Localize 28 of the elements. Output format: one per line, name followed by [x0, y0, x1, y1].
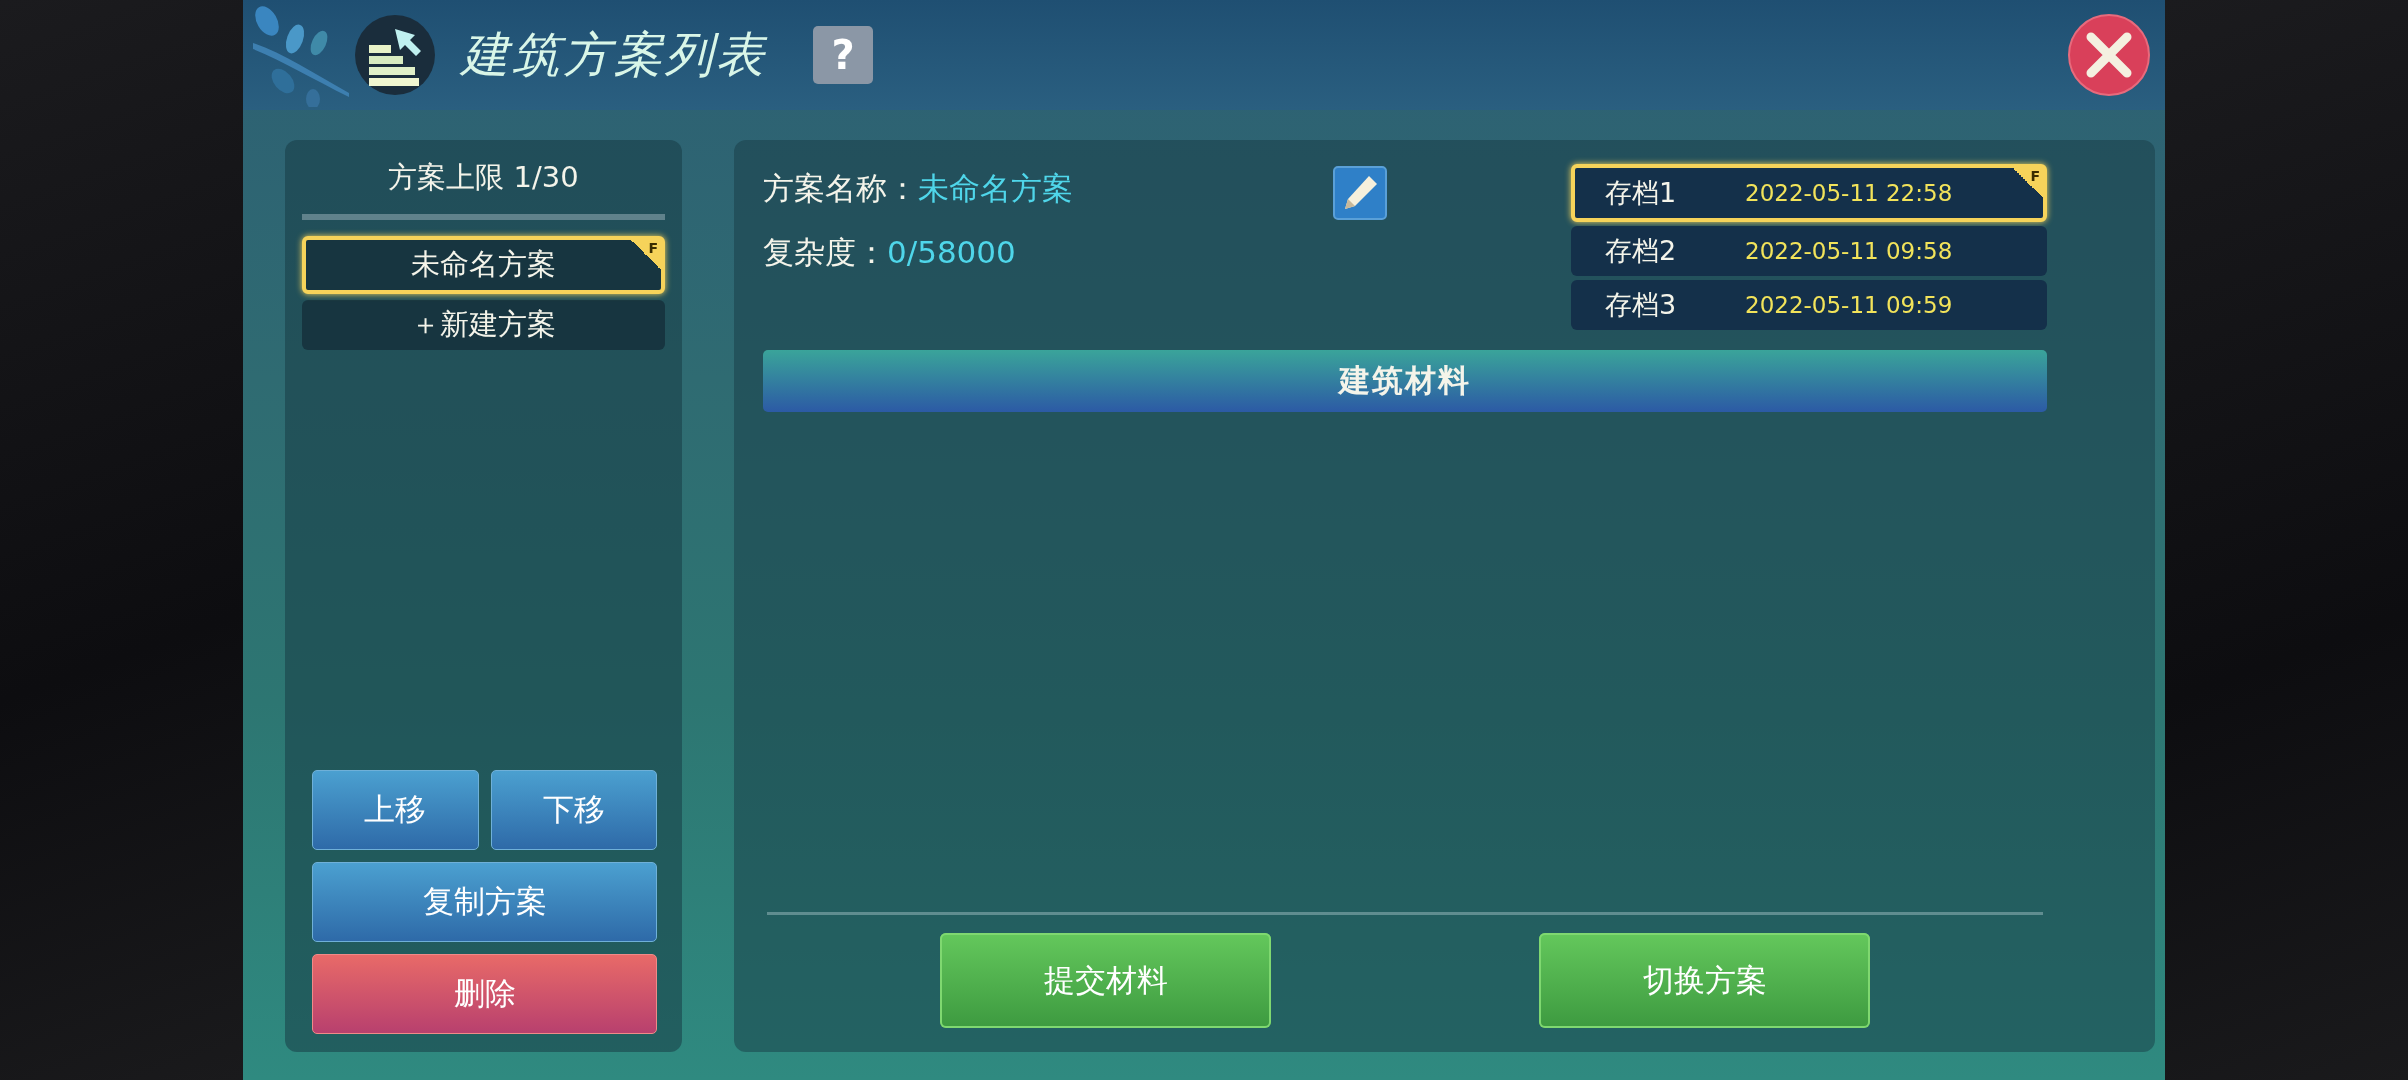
- action-button[interactable]: 提交材料: [940, 933, 1271, 1028]
- copy-button[interactable]: 复制方案: [312, 862, 657, 942]
- save-slot[interactable]: 存档2 2022-05-11 09:58: [1571, 226, 2047, 276]
- corner-badge: F: [2013, 168, 2043, 198]
- help-button[interactable]: ?: [813, 26, 873, 84]
- save-time: 2022-05-11 09:58: [1745, 238, 1953, 264]
- save-label: 存档2: [1605, 234, 1678, 268]
- brick-wall-icon: [355, 15, 435, 95]
- new-plan-button[interactable]: ＋新建方案: [302, 300, 665, 350]
- save-slot[interactable]: 存档3 2022-05-11 09:59: [1571, 280, 2047, 330]
- window-title: 建筑方案列表: [461, 25, 767, 84]
- materials-header: 建筑材料: [763, 350, 2047, 412]
- close-icon[interactable]: [2067, 13, 2151, 97]
- pencil-icon[interactable]: [1333, 166, 1387, 220]
- save-label: 存档1: [1605, 176, 1678, 210]
- move-button[interactable]: 上移: [312, 770, 479, 850]
- corner-badge: F: [631, 240, 661, 270]
- plan-limit: 方案上限 1/30: [387, 159, 580, 196]
- save-label: 存档3: [1605, 288, 1678, 322]
- delete-button[interactable]: 删除: [312, 954, 657, 1034]
- complexity: 复杂度：0/58000: [763, 233, 1017, 272]
- plan-item[interactable]: 未命名方案 F: [302, 236, 665, 294]
- plan-name: 方案名称：未命名方案: [763, 169, 1074, 208]
- save-slot[interactable]: 存档1 2022-05-11 22:58 F: [1571, 164, 2047, 222]
- action-button[interactable]: 切换方案: [1539, 933, 1870, 1028]
- save-time: 2022-05-11 22:58: [1745, 180, 1953, 206]
- move-button[interactable]: 下移: [490, 770, 657, 850]
- save-time: 2022-05-11 09:59: [1745, 292, 1953, 318]
